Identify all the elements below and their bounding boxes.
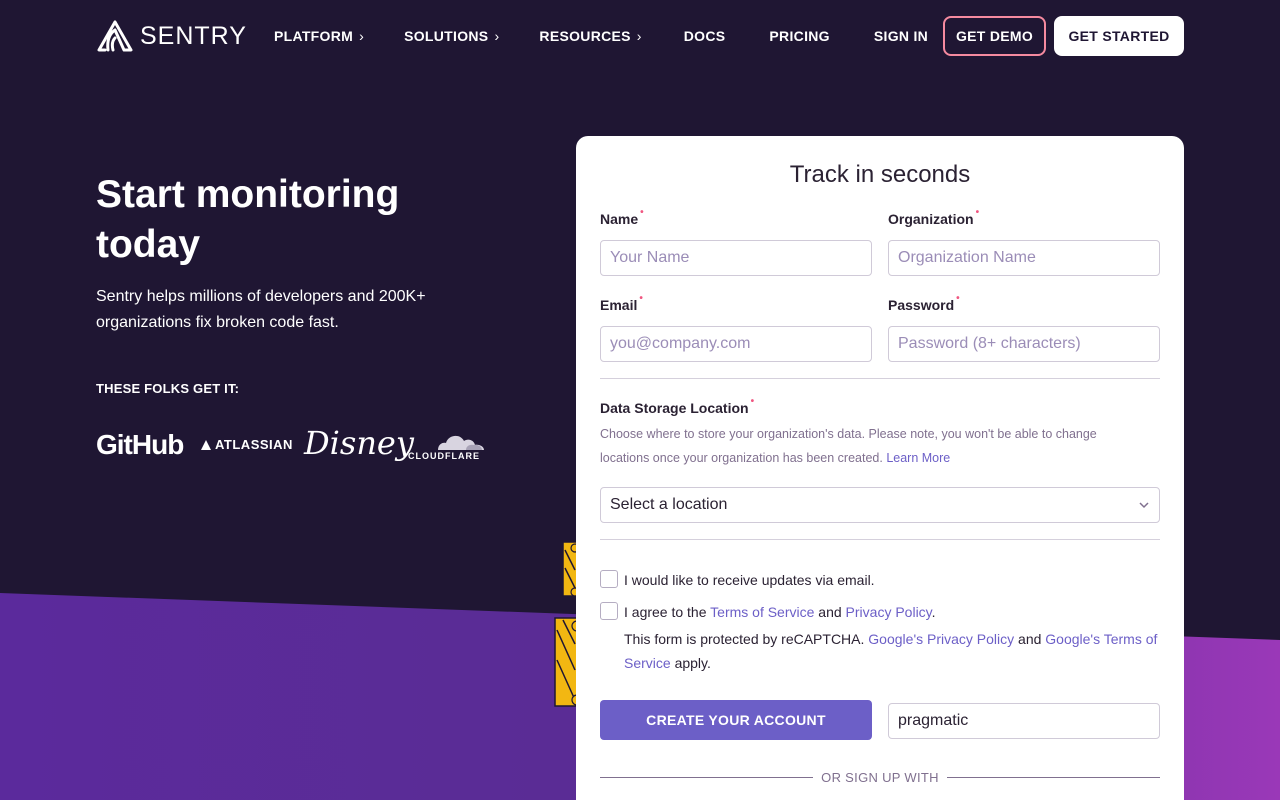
nav-docs[interactable]: DOCS [684, 28, 726, 44]
storage-location-select[interactable]: Select a location [600, 487, 1160, 523]
form-title: Track in seconds [789, 161, 971, 188]
signup-form-card: Track in seconds Name• Organization• Ema… [576, 136, 1184, 800]
sentry-logo-icon [97, 20, 133, 52]
storage-hint: Choose where to store your organization'… [600, 427, 1097, 465]
referrer-input[interactable] [888, 703, 1160, 739]
top-nav: SENTRY PLATFORM › SOLUTIONS › RESOURCES › D… [96, 16, 1184, 56]
updates-label: I would like to receive updates via emai… [624, 572, 875, 588]
customers-heading: THESE FOLKS GET IT: [96, 381, 240, 396]
atlassian-mark-icon [201, 439, 211, 450]
required-marker: • [956, 293, 960, 304]
organization-input[interactable] [888, 240, 1160, 276]
chevron-right-icon: › [636, 28, 642, 44]
google-privacy-link[interactable]: Google's Privacy Policy [868, 631, 1014, 647]
create-account-button[interactable]: CREATE YOUR ACCOUNT [600, 700, 872, 740]
email-label: Email • [600, 293, 643, 313]
nav-solutions[interactable]: SOLUTIONS › [404, 28, 499, 44]
or-sign-up-text: OR SIGN UP WITH [821, 769, 939, 785]
terms-label: I agree to the Terms of Service and Priv… [624, 604, 936, 620]
cloud-icon [438, 435, 484, 450]
name-label: Name • [600, 207, 644, 227]
nav-sign-in[interactable]: SIGN IN [874, 28, 928, 44]
divider [600, 539, 1160, 540]
or-sign-up-divider: OR SIGN UP WITH [600, 768, 1160, 786]
nav-platform[interactable]: PLATFORM › [274, 28, 364, 44]
required-marker: • [639, 293, 643, 304]
storage-label: Data Storage Location • [600, 396, 755, 416]
password-label: Password • [888, 293, 960, 313]
password-input[interactable] [888, 326, 1160, 362]
cloudflare-logo: CLOUDFLARE [408, 430, 498, 462]
brand-name: SENTRY [140, 21, 247, 50]
required-marker: • [975, 207, 980, 218]
hero-subtitle: Sentry helps millions of developers and … [96, 288, 426, 331]
get-started-button[interactable]: GET STARTED [1054, 16, 1184, 56]
terms-of-service-link[interactable]: Terms of Service [710, 604, 814, 620]
required-marker: • [640, 207, 644, 218]
chevron-right-icon: › [494, 28, 500, 44]
chevron-right-icon: › [359, 28, 365, 44]
customer-logos: GitHub ATLASSIAN Disney CLOUDFLARE [96, 424, 516, 468]
disney-logo: Disney [304, 424, 414, 462]
terms-checkbox[interactable] [600, 602, 618, 620]
email-input[interactable] [600, 326, 872, 362]
hero-title: Start monitoring today [96, 173, 400, 266]
recaptcha-notice: This form is protected by reCAPTCHA. Goo… [624, 631, 1158, 671]
get-demo-button[interactable]: GET DEMO [943, 16, 1046, 56]
organization-label: Organization • [888, 207, 980, 227]
divider [600, 378, 1160, 379]
sentry-logo[interactable]: SENTRY [96, 16, 247, 56]
nav-pricing[interactable]: PRICING [769, 28, 829, 44]
learn-more-link[interactable]: Learn More [886, 451, 950, 465]
chevron-down-icon [1139, 502, 1149, 509]
atlassian-logo: ATLASSIAN [200, 437, 293, 452]
privacy-policy-link[interactable]: Privacy Policy [846, 604, 932, 620]
nav-resources[interactable]: RESOURCES › [539, 28, 641, 44]
github-logo: GitHub [96, 429, 184, 460]
required-marker: • [750, 396, 755, 407]
name-input[interactable] [600, 240, 872, 276]
updates-checkbox[interactable] [600, 570, 618, 588]
